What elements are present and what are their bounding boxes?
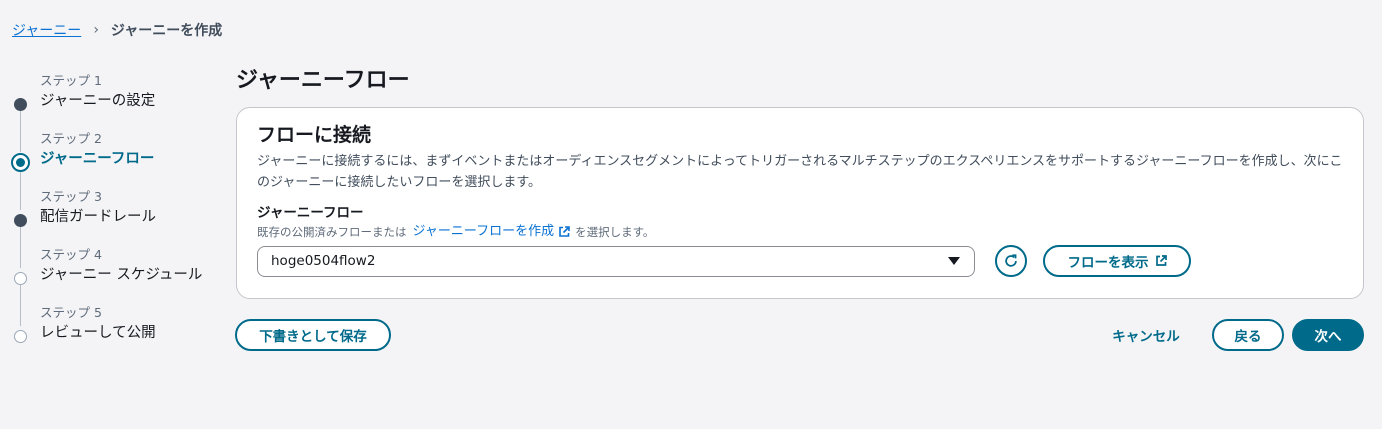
connect-flow-panel: フローに接続 ジャーニーに接続するには、まずイベントまたはオーディエンスセグメン… <box>236 107 1364 299</box>
external-link-icon <box>1155 255 1167 266</box>
step-label: レビューして公開 <box>40 325 156 341</box>
page-title: ジャーニーフロー <box>236 68 410 93</box>
hint-prefix: 既存の公開済みフローまたは <box>257 225 407 239</box>
view-flow-button[interactable]: フローを表示 <box>1043 245 1191 277</box>
refresh-button[interactable] <box>995 245 1027 277</box>
journey-flow-field-label: ジャーニーフロー <box>257 205 364 221</box>
caret-down-icon <box>948 257 960 265</box>
panel-title: フローに接続 <box>257 124 372 146</box>
create-journey-flow-link[interactable]: ジャーニーフローを作成 <box>413 223 555 241</box>
step-pending-icon <box>14 272 27 285</box>
step-number: ステップ 3 <box>40 189 102 204</box>
step-pending-icon <box>14 330 27 343</box>
hint-suffix: を選択します。 <box>575 225 655 239</box>
step-5: ステップ 5 レビューして公開 <box>12 304 222 360</box>
external-link-icon <box>559 226 570 237</box>
breadcrumb: ジャーニー › ジャーニーを作成 <box>12 20 222 40</box>
journey-flow-select[interactable]: hoge0504flow2 <box>257 245 975 277</box>
step-2[interactable]: ステップ 2 ジャーニーフロー <box>11 130 222 210</box>
next-button[interactable]: 次へ <box>1292 319 1364 351</box>
view-flow-label: フローを表示 <box>1067 255 1149 271</box>
refresh-icon <box>1005 254 1017 267</box>
step-number: ステップ 4 <box>40 247 102 262</box>
step-number: ステップ 5 <box>40 305 102 320</box>
select-value: hoge0504flow2 <box>271 253 376 269</box>
breadcrumb-current: ジャーニーを作成 <box>110 23 223 39</box>
flow-select-row: hoge0504flow2 フローを表示 <box>257 245 1343 277</box>
step-4: ステップ 4 ジャーニー スケジュール <box>12 246 222 326</box>
step-label: 配信ガードレール <box>40 209 156 225</box>
wizard-steps: ステップ 1 ジャーニーの設定 ステップ 2 ジャーニーフロー ステップ 3 配… <box>11 70 222 360</box>
chevron-right-icon: › <box>93 22 99 38</box>
step-3[interactable]: ステップ 3 配信ガードレール <box>12 188 222 268</box>
panel-description: ジャーニーに接続するには、まずイベントまたはオーディエンスセグメントによってトリ… <box>257 154 1343 190</box>
step-number: ステップ 1 <box>40 73 102 88</box>
step-label: ジャーニー スケジュール <box>40 267 203 283</box>
step-complete-icon <box>14 214 27 227</box>
step-label: ジャーニーフロー <box>40 151 155 167</box>
breadcrumb-journeys-link[interactable]: ジャーニー <box>12 20 81 40</box>
cancel-button[interactable]: キャンセル <box>1100 319 1192 351</box>
save-draft-button[interactable]: 下書きとして保存 <box>235 319 391 351</box>
step-complete-icon <box>14 98 27 111</box>
step-number: ステップ 2 <box>40 131 102 146</box>
back-button[interactable]: 戻る <box>1212 319 1284 351</box>
step-label: ジャーニーの設定 <box>40 93 156 109</box>
step-current-icon <box>11 153 30 172</box>
step-1[interactable]: ステップ 1 ジャーニーの設定 <box>12 72 222 152</box>
field-hint: 既存の公開済みフローまたは ジャーニーフローを作成 を選択します。 <box>257 223 1343 241</box>
